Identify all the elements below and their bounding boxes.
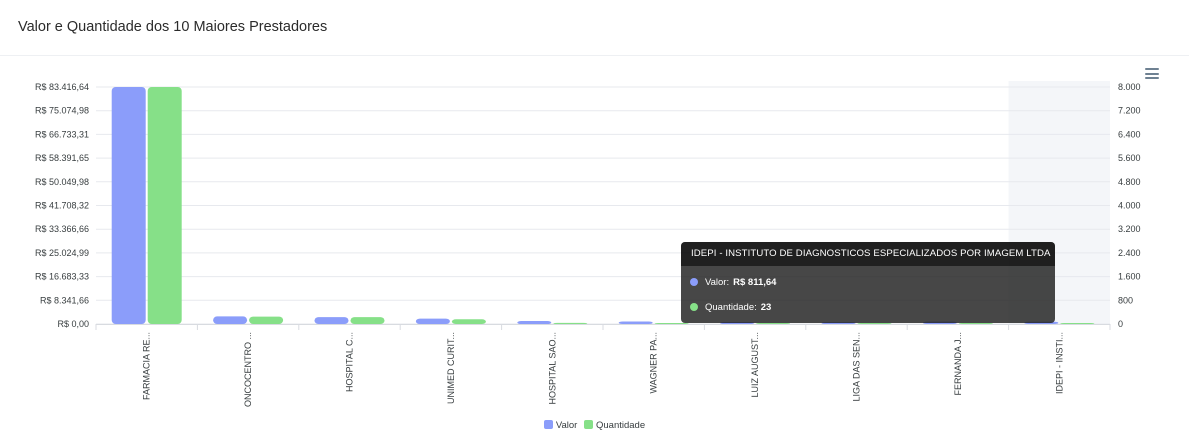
bar-quantidade[interactable] [553, 322, 588, 324]
y-right-tick-label: 8.000 [1118, 82, 1141, 92]
bar-quantidade[interactable] [1060, 323, 1095, 324]
bar-quantidade[interactable] [249, 316, 284, 324]
x-tick-label: WAGNER PA... [649, 332, 659, 394]
tooltip-value: R$ 811,64 [733, 277, 777, 288]
y-left-tick-label: R$ 16.683,33 [35, 272, 89, 282]
bar-quantidade[interactable] [147, 87, 182, 324]
y-right-tick-label: 2.400 [1118, 248, 1141, 258]
bar-valor[interactable] [517, 321, 552, 324]
x-tick-label: FARMACIA RE... [142, 332, 152, 400]
y-left-tick-label: R$ 8.341,66 [40, 295, 89, 305]
x-tick-label: HOSPITAL C... [345, 332, 355, 392]
y-right-tick-label: 5.600 [1118, 153, 1141, 163]
tooltip-label: Quantidade: [705, 302, 757, 313]
page-title: Valor e Quantidade dos 10 Maiores Presta… [18, 19, 328, 35]
x-tick-label: HOSPITAL SAO... [547, 332, 557, 405]
bar-valor[interactable] [415, 318, 450, 324]
tooltip-title: IDEPI - INSTITUTO DE DIAGNOSTICOS ESPECI… [681, 242, 1055, 266]
y-left-tick-label: R$ 83.416,64 [35, 82, 89, 92]
y-right-tick-label: 0 [1118, 319, 1123, 329]
bar-quantidade[interactable] [756, 323, 791, 324]
bar-valor[interactable] [111, 87, 146, 324]
bar-valor[interactable] [314, 317, 349, 324]
y-left-tick-label: R$ 66.733,31 [35, 129, 89, 139]
x-tick-label: LIGA DAS SEN... [852, 332, 862, 402]
legend-item-valor[interactable]: Valor [543, 420, 578, 431]
legend-label: Quantidade [596, 420, 646, 431]
x-tick-label: ONCOCENTRO ... [243, 332, 253, 407]
tooltip-marker-quantidade [690, 303, 698, 311]
bar-quantidade[interactable] [451, 319, 486, 324]
chart-menu-icon[interactable] [1145, 68, 1159, 79]
tooltip-marker-valor [690, 278, 698, 286]
y-left-tick-label: R$ 41.708,32 [35, 201, 89, 211]
bar-valor[interactable] [213, 316, 248, 324]
y-right-tick-label: 4.800 [1118, 177, 1141, 187]
chart-tooltip: IDEPI - INSTITUTO DE DIAGNOSTICOS ESPECI… [681, 242, 1055, 323]
x-tick-label: IDEPI - INSTI... [1054, 332, 1064, 394]
legend-marker [584, 420, 593, 429]
x-tick-label: FERNANDA J... [953, 332, 963, 396]
bar-quantidade[interactable] [654, 323, 689, 324]
card-header: Valor e Quantidade dos 10 Maiores Presta… [0, 0, 1189, 56]
y-right-tick-label: 1.600 [1118, 272, 1141, 282]
y-right-tick-label: 800 [1118, 295, 1133, 305]
chart-legend: Valor Quantidade [0, 420, 1189, 431]
bar-quantidade[interactable] [958, 323, 993, 324]
y-left-tick-label: R$ 75.074,98 [35, 106, 89, 116]
y-right-tick-label: 3.200 [1118, 224, 1141, 234]
y-left-tick-label: R$ 50.049,98 [35, 177, 89, 187]
tooltip-label: Valor: [705, 277, 730, 288]
y-left-tick-label: R$ 0,00 [57, 319, 89, 329]
bar-quantidade[interactable] [857, 323, 892, 324]
legend-label: Valor [555, 420, 578, 431]
bar-quantidade[interactable] [350, 317, 385, 324]
y-left-tick-label: R$ 33.366,66 [35, 224, 89, 234]
x-tick-label: UNIMED CURIT... [446, 332, 456, 404]
tooltip-value: 23 [760, 302, 772, 313]
legend-marker [543, 420, 553, 429]
y-right-tick-label: 7.200 [1118, 106, 1141, 116]
legend-item-quantidade[interactable]: Quantidade [584, 420, 645, 431]
tooltip-row-quantidade: Quantidade: 23 [690, 301, 771, 315]
tooltip-row-valor: Valor: R$ 811,64 [690, 276, 776, 290]
y-right-tick-label: 4.000 [1118, 201, 1141, 211]
y-left-tick-label: R$ 58.391,65 [35, 153, 89, 163]
bar-valor[interactable] [618, 321, 653, 324]
y-right-tick-label: 6.400 [1118, 129, 1141, 139]
y-left-tick-label: R$ 25.024,99 [35, 248, 89, 258]
x-tick-label: LUIZ AUGUST... [750, 332, 760, 398]
